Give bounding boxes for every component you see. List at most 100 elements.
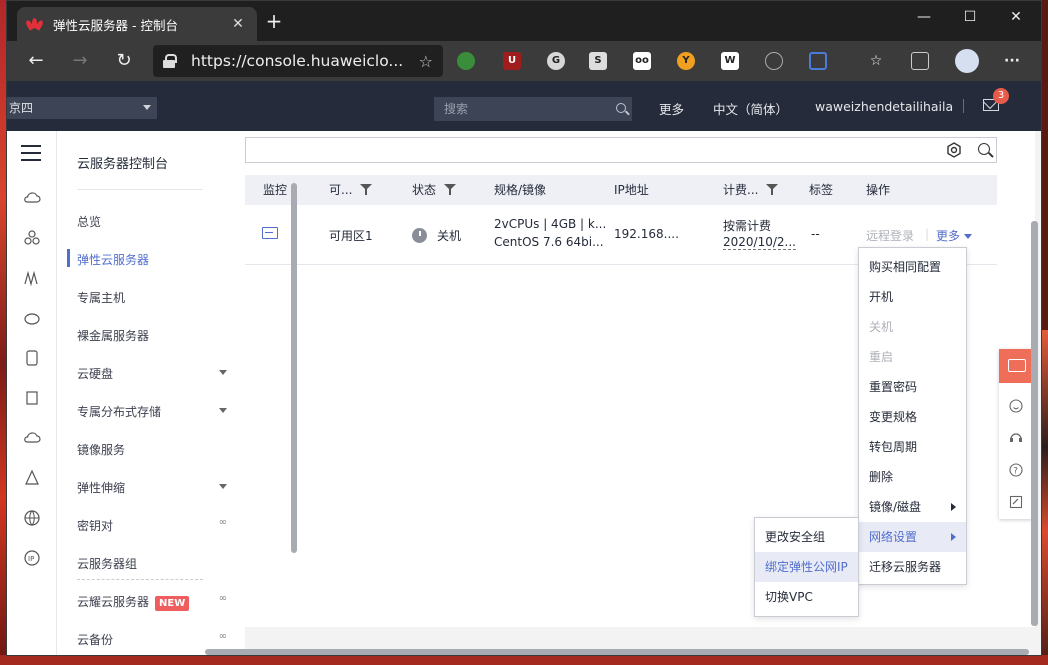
disk-icon[interactable] — [23, 349, 41, 367]
menu-item-network-settings[interactable]: 网络设置 — [859, 522, 966, 552]
menu-item-image-disk[interactable]: 镜像/磁盘 — [859, 492, 966, 522]
cluster-icon[interactable] — [23, 229, 41, 247]
close-tab-icon[interactable]: ✕ — [229, 16, 247, 32]
horizontal-scrollbar[interactable] — [205, 649, 1029, 655]
browser-tab[interactable]: 弹性云服务器 - 控制台 ✕ — [17, 7, 257, 41]
ublock-icon[interactable]: U — [503, 52, 521, 70]
collections-icon[interactable] — [911, 52, 929, 70]
zone-cell: 可用区1 — [329, 229, 373, 243]
menu-item-migrate[interactable]: 迁移云服务器 — [859, 552, 966, 582]
sidebar-item-overview[interactable]: 总览 — [77, 213, 229, 230]
filter-icon[interactable] — [766, 184, 779, 195]
menu-item-bind-eip[interactable]: 绑定弹性公网IP — [755, 552, 858, 582]
sidebar-nav: 云服务器控制台 总览 弹性云服务器 专属主机 裸金属服务器 云硬盘 专属分布式存… — [57, 131, 297, 655]
search-icon[interactable] — [978, 143, 990, 155]
storage-cloud-icon[interactable] — [23, 309, 41, 327]
region-selector[interactable]: 京四 — [7, 97, 157, 119]
svg-text:IP: IP — [28, 555, 34, 563]
col-billing-label: 计费... — [723, 183, 759, 197]
divider — [963, 99, 964, 113]
col-status[interactable]: 状态 — [412, 175, 457, 205]
filter-icon[interactable] — [444, 184, 457, 195]
menu-item-change-vpc[interactable]: 切换VPC — [755, 582, 858, 612]
feedback-smile-icon[interactable] — [1009, 399, 1023, 413]
back-arrow-icon[interactable]: ← — [21, 47, 51, 75]
edit-note-icon[interactable] — [1009, 495, 1023, 509]
col-billing[interactable]: 计费... — [723, 175, 779, 205]
favorites-list-icon[interactable]: ☆ — [867, 52, 885, 70]
menu-item-delete[interactable]: 删除 — [859, 462, 966, 492]
menu-item-change-security-group[interactable]: 更改安全组 — [755, 522, 858, 552]
sidebar-item-server-group[interactable]: 云服务器组 — [77, 555, 229, 572]
sidebar-item-as[interactable]: 弹性伸缩 — [77, 479, 229, 496]
extension-crop-icon[interactable] — [809, 52, 827, 70]
monitor-icon[interactable] — [262, 227, 278, 239]
more-dropdown[interactable]: 更多 — [936, 227, 973, 244]
menu-item-reset-password[interactable]: 重置密码 — [859, 372, 966, 402]
sidebar-item-label: 专属分布式存储 — [77, 405, 162, 419]
search-input[interactable]: 搜索 — [434, 97, 632, 121]
avatar[interactable] — [955, 49, 979, 73]
new-tab-button[interactable]: + — [263, 11, 285, 33]
external-link-icon: ∞ — [218, 593, 227, 604]
menu-item-to-yearly[interactable]: 转包周期 — [859, 432, 966, 462]
address-bar-row: ← → ↻ https://console.huaweiclo... ☆ U G… — [7, 41, 1041, 81]
favorite-star-icon[interactable]: ☆ — [419, 52, 433, 71]
settings-icon[interactable] — [946, 142, 962, 158]
ip-icon[interactable]: IP — [23, 549, 41, 567]
search-icon[interactable] — [616, 103, 626, 113]
refresh-icon[interactable]: ↻ — [109, 47, 139, 75]
cloud-speed-icon[interactable] — [23, 429, 41, 447]
billing-date[interactable]: 2020/10/2... — [723, 235, 796, 250]
username-link[interactable]: waweizhendetailihaila — [815, 99, 953, 114]
network-wave-icon[interactable] — [23, 269, 41, 287]
sidebar-item-label: 云备份 — [77, 633, 114, 647]
help-icon[interactable]: ? — [1009, 463, 1023, 477]
chat-icon[interactable] — [999, 349, 1033, 383]
sidebar-item-ecs[interactable]: 弹性云服务器 — [77, 251, 229, 268]
menu-icon[interactable] — [21, 145, 41, 161]
extension-shield-icon[interactable]: G — [547, 52, 565, 70]
filter-search-input[interactable] — [245, 137, 997, 163]
address-bar[interactable]: https://console.huaweiclo... ☆ — [153, 45, 443, 77]
col-zone[interactable]: 可... — [329, 175, 373, 205]
more-menu-icon[interactable]: ··· — [1003, 52, 1021, 70]
language-selector[interactable]: 中文（简体） — [713, 99, 788, 118]
maximize-button[interactable]: ☐ — [947, 1, 993, 33]
extension-globe-icon[interactable] — [457, 52, 475, 70]
database-icon[interactable] — [23, 389, 41, 407]
extension-yk-icon[interactable]: Y — [677, 52, 695, 70]
more-link[interactable]: 更多 — [659, 99, 684, 118]
chevron-right-icon — [951, 533, 956, 541]
sidebar-item-ims[interactable]: 镜像服务 — [77, 441, 229, 458]
sidebar-item-hecs[interactable]: 云耀云服务器 NEW ∞ — [77, 593, 229, 611]
forward-arrow-icon[interactable]: → — [65, 47, 95, 75]
spec-line1: 2vCPUs | 4GB | k... — [494, 217, 607, 231]
cloud-server-icon[interactable] — [23, 189, 41, 207]
sidebar-item-cbr[interactable]: 云备份 ∞ — [77, 631, 229, 648]
minimize-button[interactable]: — — [901, 1, 947, 33]
globe-icon[interactable] — [23, 509, 41, 527]
sidebar-item-dss[interactable]: 专属分布式存储 — [77, 403, 229, 420]
menu-item-stop: 关机 — [869, 320, 894, 334]
sidebar-scrollbar[interactable] — [291, 183, 297, 553]
menu-item-buy-same[interactable]: 购买相同配置 — [859, 252, 966, 282]
sidebar-item-bare-metal[interactable]: 裸金属服务器 — [77, 327, 229, 344]
search-placeholder: 搜索 — [444, 102, 469, 116]
extension-oo-icon[interactable]: oo — [633, 52, 651, 70]
sidebar-item-keypair[interactable]: 密钥对 ∞ — [77, 517, 229, 534]
filter-icon[interactable] — [360, 184, 373, 195]
customer-service-icon[interactable] — [1009, 431, 1023, 445]
pyramid-icon[interactable] — [23, 469, 41, 487]
page-scrollbar[interactable] — [1031, 221, 1038, 626]
sidebar-item-evs[interactable]: 云硬盘 — [77, 365, 229, 382]
extension-s-icon[interactable]: S — [589, 52, 607, 70]
extension-circle-icon[interactable] — [765, 52, 783, 70]
url-text: https://console.huaweiclo... — [191, 52, 404, 70]
close-window-button[interactable]: ✕ — [993, 1, 1039, 33]
sidebar-item-dedicated-host[interactable]: 专属主机 — [77, 289, 229, 306]
menu-item-modify-specs[interactable]: 变更规格 — [859, 402, 966, 432]
menu-item-start[interactable]: 开机 — [859, 282, 966, 312]
remote-login-link[interactable]: 远程登录 — [866, 227, 914, 244]
extension-w-icon[interactable]: W — [721, 52, 739, 70]
